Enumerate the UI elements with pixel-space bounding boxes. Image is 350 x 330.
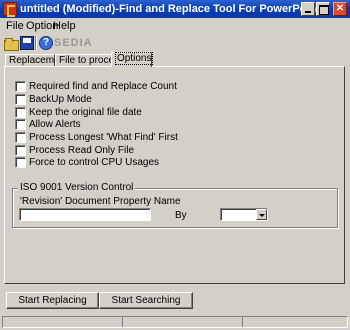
app-icon[interactable]: [3, 2, 17, 17]
checkbox-label: Force to control CPU Usages: [29, 157, 160, 168]
checkbox-label: Keep the original file date: [29, 107, 142, 118]
menu-file[interactable]: File: [6, 20, 24, 32]
menu-bar: File Option Help: [0, 18, 350, 33]
iso-group-title: ISO 9001 Version Control: [18, 182, 136, 193]
checkbox-label: Process Longest 'What Find' First: [29, 132, 178, 143]
checkbox-box[interactable]: [15, 119, 26, 130]
checkbox-box[interactable]: [15, 145, 26, 156]
checkbox-box[interactable]: [15, 132, 26, 143]
maximize-button[interactable]: [316, 2, 330, 16]
checkbox-box[interactable]: [15, 107, 26, 118]
chevron-down-icon[interactable]: [256, 209, 267, 220]
close-button[interactable]: ✕: [333, 2, 347, 16]
by-label: By: [175, 210, 187, 221]
status-pane: [123, 317, 243, 327]
by-select[interactable]: [220, 208, 268, 221]
minimize-button[interactable]: [301, 2, 315, 16]
revision-property-label: 'Revision' Document Property Name: [20, 196, 181, 207]
status-pane: [3, 317, 123, 327]
save-disk-icon[interactable]: [20, 36, 34, 50]
status-bar: [2, 316, 348, 328]
help-icon[interactable]: ?: [39, 36, 53, 50]
checkbox-box[interactable]: [15, 81, 26, 92]
start-replacing-button[interactable]: Start Replacing: [6, 292, 99, 309]
checkbox-box[interactable]: [15, 94, 26, 105]
checkbox-label: Required find and Replace Count: [29, 81, 177, 92]
checkbox-label: Process Read Only File: [29, 145, 135, 156]
sedia-logo: SEDIA: [54, 37, 93, 49]
checkbox-label: Allow Alerts: [29, 119, 81, 130]
menu-help[interactable]: Help: [53, 20, 76, 32]
open-folder-icon[interactable]: [4, 36, 19, 51]
window-title: untitled (Modified)-Find and Replace Too…: [20, 3, 320, 15]
tab-options[interactable]: Options: [111, 52, 154, 67]
start-searching-button[interactable]: Start Searching: [99, 292, 193, 309]
tab-options-label: Options: [115, 52, 154, 65]
checkbox-box[interactable]: [15, 157, 26, 168]
revision-property-input[interactable]: [19, 208, 151, 221]
checkbox-label: BackUp Mode: [29, 94, 92, 105]
title-bar[interactable]: untitled (Modified)-Find and Replace Too…: [0, 0, 350, 18]
toolbar: ? SEDIA: [0, 34, 350, 52]
toolbar-separator: [35, 36, 37, 50]
